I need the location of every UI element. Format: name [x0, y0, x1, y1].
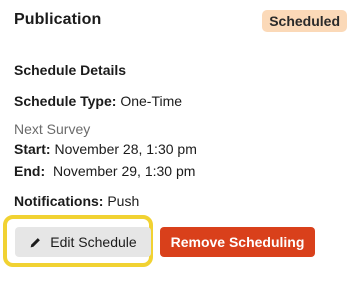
publication-panel: Publication Scheduled Schedule Details S…	[0, 0, 353, 283]
start-row: Start: November 28, 1:30 pm	[14, 141, 197, 157]
schedule-type-label: Schedule Type:	[14, 93, 117, 109]
schedule-type-row: Schedule Type: One-Time	[14, 93, 182, 109]
notifications-value: Push	[107, 193, 140, 209]
end-label: End:	[14, 163, 46, 179]
end-value: November 29, 1:30 pm	[53, 163, 196, 179]
notifications-row: Notifications: Push	[14, 193, 139, 209]
notifications-label: Notifications:	[14, 193, 104, 209]
schedule-type-value: One-Time	[120, 93, 183, 109]
pencil-icon	[29, 236, 42, 249]
status-badge: Scheduled	[262, 10, 347, 32]
panel-title: Publication	[14, 11, 102, 28]
edit-schedule-button[interactable]: Edit Schedule	[15, 227, 151, 257]
start-label: Start:	[14, 141, 51, 157]
next-survey-label: Next Survey	[14, 121, 91, 137]
start-value: November 28, 1:30 pm	[54, 141, 197, 157]
schedule-details-heading: Schedule Details	[14, 62, 127, 78]
end-row: End: November 29, 1:30 pm	[14, 163, 195, 179]
remove-scheduling-button[interactable]: Remove Scheduling	[160, 227, 315, 257]
edit-schedule-label: Edit Schedule	[50, 234, 137, 250]
